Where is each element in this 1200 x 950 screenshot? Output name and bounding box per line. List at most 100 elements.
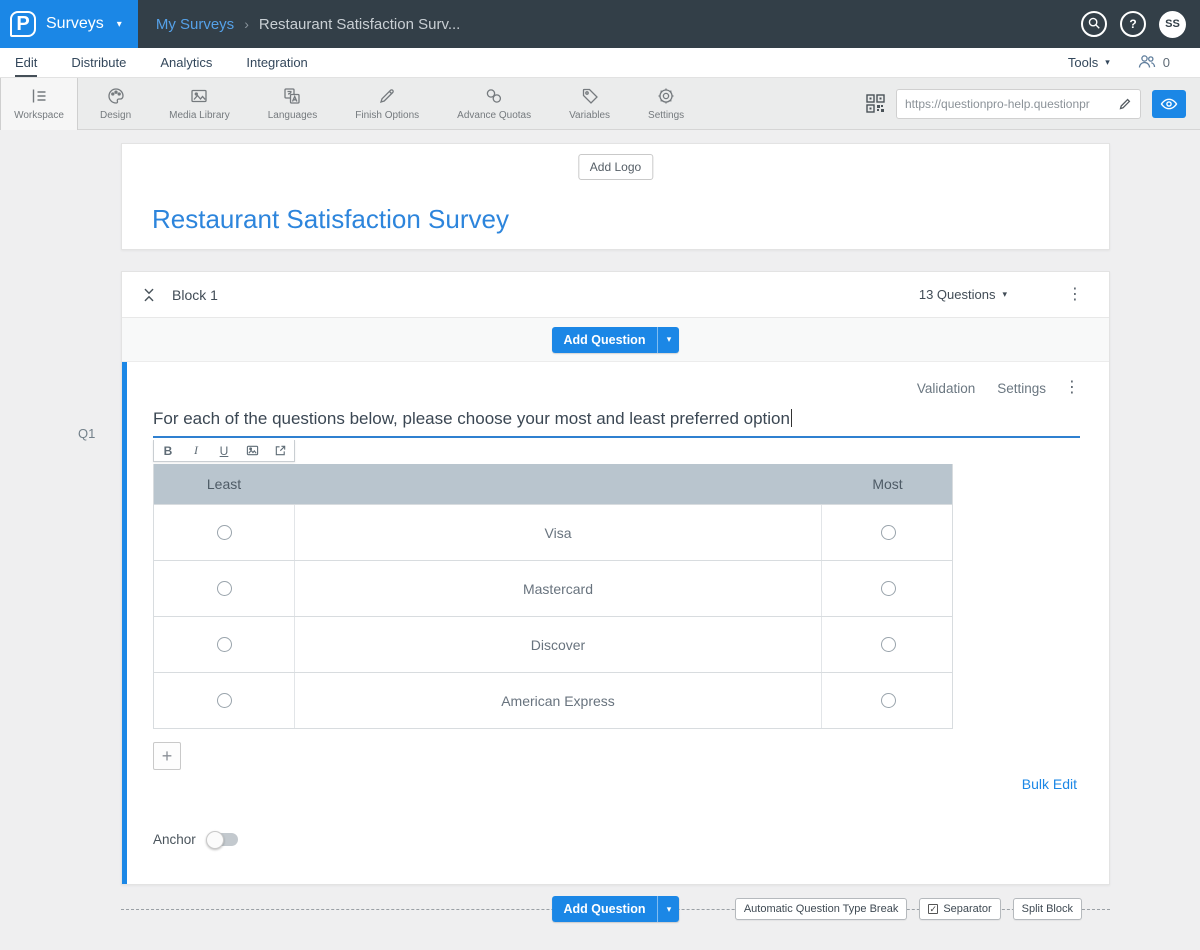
toolbar-advance-quotas[interactable]: Advance Quotas [445, 78, 543, 130]
tools-menu[interactable]: Tools ▾ [1068, 55, 1110, 70]
toolbar-languages[interactable]: Languages [256, 78, 330, 130]
eye-icon [1160, 97, 1178, 111]
tab-analytics[interactable]: Analytics [160, 48, 212, 77]
preview-button[interactable] [1152, 90, 1186, 118]
row-label[interactable]: Discover [531, 637, 585, 653]
most-radio[interactable] [881, 693, 896, 708]
italic-button[interactable]: I [182, 440, 210, 461]
most-header[interactable]: Most [821, 464, 954, 504]
advance-quotas-label: Advance Quotas [457, 110, 531, 121]
anchor-toggle[interactable] [208, 833, 238, 846]
question-editor: Validation Settings ⋮ For each of the qu… [122, 362, 1109, 884]
question-text-field[interactable]: For each of the questions below, please … [153, 409, 1080, 438]
add-row-button[interactable]: + [153, 742, 181, 770]
question-settings-link[interactable]: Settings [997, 381, 1046, 396]
tools-label: Tools [1068, 55, 1098, 70]
least-radio[interactable] [217, 637, 232, 652]
split-block-button[interactable]: Split Block [1013, 898, 1082, 920]
add-question-dropdown-caret[interactable]: ▾ [657, 327, 679, 353]
toolbar-media-library[interactable]: Media Library [157, 78, 242, 130]
anchor-row: Anchor [153, 832, 1109, 847]
question-text: For each of the questions below, please … [153, 409, 790, 428]
menubar-right: Tools ▾ 0 [1068, 48, 1170, 77]
block-footer: Add Question ▾ Automatic Question Type B… [121, 889, 1110, 931]
search-button[interactable] [1081, 11, 1107, 37]
least-radio[interactable] [217, 581, 232, 596]
maxdiff-table: Least Most Visa Mastercard [153, 464, 953, 729]
survey-url-input[interactable]: https://questionpro-help.questionpr [905, 97, 1112, 111]
toolbar-variables[interactable]: Variables [557, 78, 622, 130]
toolbar-design[interactable]: Design [88, 78, 143, 130]
toolbar-settings[interactable]: Settings [636, 78, 696, 130]
breadcrumb-my-surveys[interactable]: My Surveys [156, 16, 234, 33]
design-palette-icon [106, 86, 126, 106]
topbar-actions: ? SS [1081, 11, 1186, 38]
chevron-down-icon: ▾ [117, 19, 122, 30]
add-question-dropdown-caret-bottom[interactable]: ▾ [657, 896, 679, 922]
insert-link-button[interactable] [266, 440, 294, 461]
toolbar-workspace[interactable]: Workspace [0, 78, 78, 130]
qr-code-icon[interactable] [866, 94, 885, 113]
bold-button[interactable]: B [154, 440, 182, 461]
underline-button[interactable]: U [210, 440, 238, 461]
insert-image-button[interactable] [238, 440, 266, 461]
collaborators[interactable]: 0 [1138, 54, 1170, 72]
add-question-split-button: Add Question ▾ [552, 327, 680, 353]
most-radio[interactable] [881, 525, 896, 540]
languages-label: Languages [268, 110, 318, 121]
advance-quotas-links-icon [484, 86, 504, 106]
chevron-down-icon: ▾ [1105, 57, 1110, 68]
block-menu-kebab-icon[interactable]: ⋮ [1067, 287, 1083, 303]
table-row: American Express [154, 672, 952, 728]
question-actions: Validation Settings ⋮ [127, 362, 1109, 396]
survey-editor-page: P Surveys ▾ My Surveys › Restaurant Sati… [0, 0, 1200, 950]
least-radio[interactable] [217, 525, 232, 540]
edit-url-pencil-icon[interactable] [1118, 97, 1132, 111]
auto-question-break-button[interactable]: Automatic Question Type Break [735, 898, 908, 920]
add-question-button[interactable]: Add Question [552, 327, 658, 353]
collab-count: 0 [1163, 55, 1170, 70]
most-radio[interactable] [881, 581, 896, 596]
separator-label: Separator [943, 903, 991, 915]
least-radio[interactable] [217, 693, 232, 708]
row-label[interactable]: American Express [501, 693, 615, 709]
settings-gear-icon [656, 86, 676, 106]
tab-edit[interactable]: Edit [15, 48, 37, 77]
avatar[interactable]: SS [1159, 11, 1186, 38]
toolbar-finish-options[interactable]: Finish Options [343, 78, 431, 130]
separator-button[interactable]: ✓ Separator [919, 898, 1000, 920]
product-switcher[interactable]: P Surveys ▾ [0, 0, 138, 48]
question-count-dropdown[interactable]: 13 Questions ▾ [919, 287, 1007, 302]
chevron-down-icon: ▾ [667, 904, 672, 915]
search-icon [1087, 16, 1101, 33]
block-name[interactable]: Block 1 [172, 287, 218, 303]
people-icon [1138, 54, 1156, 72]
empty-header [294, 464, 821, 504]
help-button[interactable]: ? [1120, 11, 1146, 37]
row-label[interactable]: Mastercard [523, 581, 593, 597]
checkbox-checked-icon[interactable]: ✓ [928, 904, 938, 914]
question-count-label: 13 Questions [919, 287, 996, 302]
menubar: Edit Distribute Analytics Integration To… [0, 48, 1200, 78]
media-library-label: Media Library [169, 110, 230, 121]
product-name: Surveys [46, 15, 104, 33]
tab-distribute[interactable]: Distribute [71, 48, 126, 77]
settings-label: Settings [648, 110, 684, 121]
survey-url-box: https://questionpro-help.questionpr [896, 89, 1141, 119]
most-radio[interactable] [881, 637, 896, 652]
external-link-icon [274, 444, 287, 457]
row-label[interactable]: Visa [545, 525, 572, 541]
add-logo-button[interactable]: Add Logo [578, 154, 653, 180]
questionpro-logo-icon: P [10, 11, 36, 37]
finish-options-label: Finish Options [355, 110, 419, 121]
bulk-edit-link[interactable]: Bulk Edit [127, 776, 1077, 792]
table-row: Visa [154, 504, 952, 560]
add-question-button-bottom[interactable]: Add Question [552, 896, 658, 922]
validation-link[interactable]: Validation [917, 381, 975, 396]
tab-integration[interactable]: Integration [246, 48, 307, 77]
text-cursor [791, 409, 792, 427]
collapse-block-icon[interactable] [140, 286, 158, 304]
least-header[interactable]: Least [154, 464, 294, 504]
survey-title[interactable]: Restaurant Satisfaction Survey [152, 204, 509, 235]
question-menu-kebab-icon[interactable]: ⋮ [1064, 380, 1080, 396]
